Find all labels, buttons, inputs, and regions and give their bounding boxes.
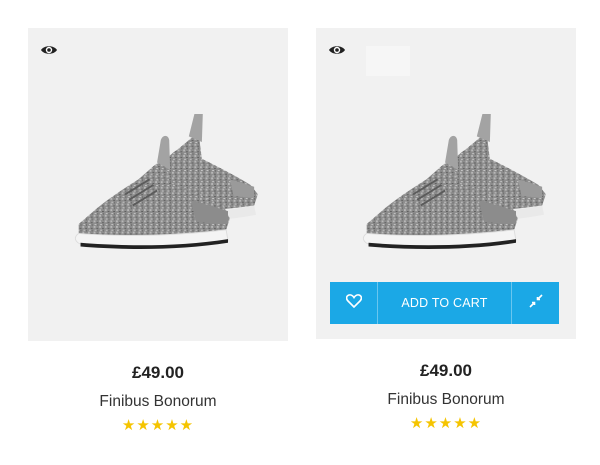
eye-icon[interactable]	[328, 43, 346, 57]
product-title-link[interactable]: Finibus Bonorum	[316, 391, 576, 409]
sneakers-image[interactable]	[53, 114, 263, 254]
star-icon: ★	[424, 415, 439, 432]
star-icon: ★	[121, 417, 137, 434]
rating-stars: ★★★★★	[316, 415, 576, 433]
product-image-area[interactable]	[28, 28, 288, 341]
compare-icon	[528, 293, 543, 313]
star-icon: ★	[150, 417, 166, 434]
star-icon: ★	[453, 415, 468, 432]
product-card[interactable]: ADD TO CART £49.00 Finibus Bonorum ★★★★★	[316, 28, 576, 433]
rating-stars: ★★★★★	[28, 417, 288, 435]
star-icon: ★	[409, 415, 425, 432]
product-price: £49.00	[420, 361, 472, 380]
star-icon: ★	[179, 417, 195, 434]
compare-button[interactable]	[511, 282, 559, 324]
heart-icon	[345, 293, 362, 313]
eye-icon[interactable]	[40, 43, 58, 57]
sneakers-image[interactable]	[341, 114, 551, 254]
star-icon: ★	[467, 415, 483, 432]
star-icon: ★	[165, 417, 180, 434]
product-card[interactable]: £49.00 Finibus Bonorum ★★★★★	[28, 28, 288, 435]
product-action-bar: ADD TO CART	[330, 282, 559, 324]
image-overlay-block	[366, 46, 410, 76]
product-title-link[interactable]: Finibus Bonorum	[28, 393, 288, 411]
add-to-cart-button[interactable]: ADD TO CART	[378, 282, 511, 324]
product-image-area[interactable]: ADD TO CART	[316, 28, 576, 339]
product-price: £49.00	[132, 363, 184, 382]
star-icon: ★	[438, 415, 454, 432]
wishlist-button[interactable]	[330, 282, 378, 324]
star-icon: ★	[136, 417, 151, 434]
